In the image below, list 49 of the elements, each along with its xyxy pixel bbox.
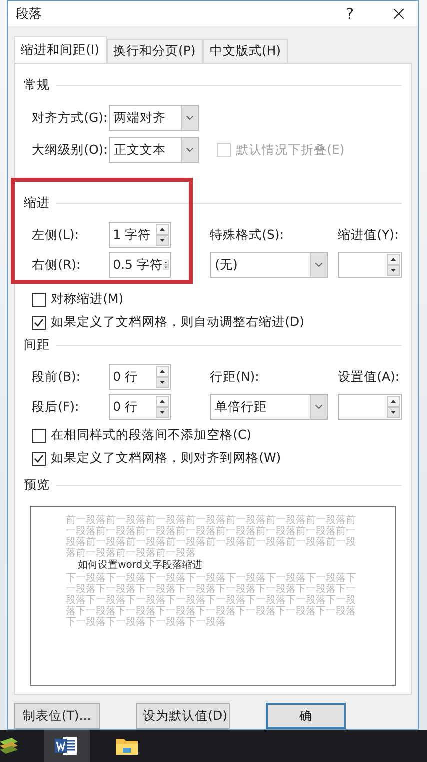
dropdown[interactable]: 单倍行距 (210, 394, 328, 420)
section-heading: 间距 (24, 336, 50, 354)
spin-field[interactable]: 1 字符 (109, 222, 172, 248)
field-label: 缩进值(Y): (338, 226, 400, 244)
spin-field[interactable] (338, 394, 402, 420)
section-heading: 预览 (24, 476, 50, 494)
spin-arrows-icon[interactable] (387, 254, 400, 276)
spin-arrows-icon[interactable] (156, 396, 170, 418)
checkbox-option[interactable]: 对称缩进(M) (32, 288, 402, 311)
tab[interactable]: 换行和分页(P) (106, 39, 203, 64)
field-label: 行距(N): (210, 368, 260, 386)
dialog-button[interactable]: 设为默认值(D) (136, 703, 230, 729)
checkbox[interactable] (32, 428, 46, 442)
spin-field[interactable]: 0.5 字符 (109, 252, 172, 278)
section-heading: 缩进 (24, 194, 50, 212)
field-label: 大纲级别(O): (32, 142, 109, 158)
field-label: 段前(B): (32, 368, 82, 386)
checkbox[interactable] (32, 316, 46, 330)
dropdown[interactable]: (无) (210, 252, 328, 278)
checkbox[interactable] (32, 452, 46, 466)
field-label: 右侧(R): (32, 256, 82, 274)
preview-text: 前一段落前一段落前一段落前一段落前一段落前一段落前一段落前一段落前一段落前一段落前一段落前一段落前一段落前一段落前一段落前一段落前一段落前一段落前一段落前一段落前一段落前一段落前一段落前一段落前一段落 (66, 515, 358, 559)
field-label: 特殊格式(S): (210, 226, 285, 244)
checkbox-option[interactable]: 如果定义了文档网格，则对齐到网格(W) (32, 447, 402, 470)
spin-field[interactable] (338, 252, 402, 278)
spin-arrows-icon[interactable] (156, 366, 170, 388)
field-label: 对齐方式(G): (32, 110, 109, 126)
spin-arrows-icon[interactable] (387, 396, 400, 418)
section-heading: 常规 (24, 76, 50, 94)
help-button[interactable]: ? (346, 4, 354, 22)
checkbox-option[interactable]: 如果定义了文档网格，则自动调整右缩进(D) (32, 311, 402, 334)
dropdown[interactable]: 正文文本 (109, 137, 200, 163)
dialog-button[interactable]: 制表位(T)... (14, 703, 100, 729)
spin-arrows-icon[interactable] (156, 224, 170, 246)
word-app-icon[interactable] (44, 730, 90, 762)
checkbox-option[interactable]: 在相同样式的段落间不添加空格(C) (32, 424, 402, 447)
dialog-button[interactable]: 确 (266, 703, 346, 729)
dropdown[interactable]: 两端对齐 (109, 105, 200, 131)
field-label: 左侧(L): (32, 226, 80, 244)
spin-field[interactable]: 0 行 (109, 364, 172, 390)
window-title: 段落 (16, 6, 44, 22)
preview-sample-text: 如何设置word文字段落缩进 (78, 560, 204, 572)
preview-text: 下一段落下一段落下一段落下一段落下一段落下一段落下一段落下一段落下一段落下一段落下一段落下一段落下一段落下一段落下一段落下一段落下一段落下一段落下一段落下一段落下一段落下一段落下一段落下一段落下一段落下一段落下一段落下一段落下一段落下一段落下一段落下一段落下一段落 (66, 573, 358, 628)
field-label: 设置值(A): (338, 368, 401, 386)
tab[interactable]: 缩进和间距(I) (14, 36, 107, 64)
field-label: 段后(F): (32, 398, 80, 416)
checkbox[interactable] (32, 292, 46, 306)
tab[interactable]: 中文版式(H) (202, 39, 288, 64)
spin-field[interactable]: 0 行 (109, 394, 172, 420)
